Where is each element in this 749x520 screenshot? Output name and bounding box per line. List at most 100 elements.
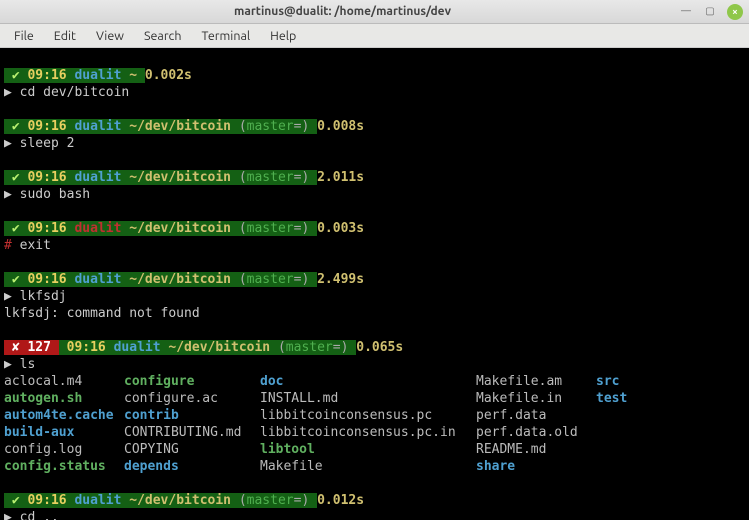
prompt-time: 09:16 <box>27 272 66 287</box>
prompt-host: dualit <box>114 340 161 355</box>
ls-item: config.log <box>4 441 124 458</box>
menu-help[interactable]: Help <box>262 27 304 45</box>
prompt-host: dualit <box>74 170 121 185</box>
prompt-path: ~/dev/bitcoin <box>129 170 231 185</box>
prompt-time: 09:16 <box>27 493 66 508</box>
ls-item: libbitcoinconsensus.pc.in <box>260 424 476 441</box>
ls-item: share <box>476 458 596 475</box>
git-branch: master <box>247 119 294 134</box>
prompt-path: ~/dev/bitcoin <box>129 221 231 236</box>
prompt-host: dualit <box>74 68 121 83</box>
menu-search[interactable]: Search <box>136 27 190 45</box>
command-text: sudo bash <box>20 187 90 202</box>
minimize-button[interactable]: — <box>679 4 693 18</box>
ls-item: perf.data <box>476 407 596 424</box>
ls-item: configure <box>124 373 260 390</box>
check-icon: ✔ <box>12 170 20 185</box>
prompt-time: 09:16 <box>27 170 66 185</box>
prompt-line: ✔ 09:16 dualit ~ <box>4 68 145 83</box>
error-output: lkfsdj: command not found <box>4 306 200 321</box>
prompt-line: ✔ 09:16 dualit ~/dev/bitcoin (master=) <box>4 170 317 185</box>
check-icon: ✔ <box>12 68 20 83</box>
prompt-line: ✔ 09:16 dualit ~/dev/bitcoin (master=) <box>4 119 317 134</box>
x-icon: ✘ <box>12 340 20 355</box>
prompt-host: dualit <box>74 493 121 508</box>
command-text: cd .. <box>20 510 59 520</box>
command-text: exit <box>20 238 51 253</box>
prompt-line: ✔ 09:16 dualit ~/dev/bitcoin (master=) <box>4 272 317 287</box>
ls-item: libtool <box>260 441 476 458</box>
ls-item: COPYING <box>124 441 260 458</box>
check-icon: ✔ <box>12 119 20 134</box>
menu-file[interactable]: File <box>6 27 42 45</box>
terminal-output[interactable]: ✔ 09:16 dualit ~ 0.002s ▶ cd dev/bitcoin… <box>0 48 749 520</box>
prompt-error-badge: ✘ 127 <box>4 340 59 355</box>
prompt-duration: 0.012s <box>317 493 364 508</box>
ls-item: src <box>596 374 619 389</box>
ls-item: build-aux <box>4 424 124 441</box>
command-text: ls <box>20 357 36 372</box>
prompt-marker: ▶ <box>4 85 12 100</box>
prompt-host: dualit <box>74 272 121 287</box>
prompt-marker: ▶ <box>4 510 12 520</box>
ls-item: depends <box>124 458 260 475</box>
prompt-marker-root: # <box>4 238 12 253</box>
prompt-time: 09:16 <box>27 68 66 83</box>
check-icon: ✔ <box>12 221 20 236</box>
prompt-line: ✔ 09:16 dualit ~/dev/bitcoin (master=) <box>4 221 317 236</box>
check-icon: ✔ <box>12 493 20 508</box>
ls-item: config.status <box>4 458 124 475</box>
prompt-duration: 0.002s <box>145 68 192 83</box>
prompt-path: ~/dev/bitcoin <box>129 272 231 287</box>
ls-item: perf.data.old <box>476 424 596 441</box>
command-text: cd dev/bitcoin <box>20 85 130 100</box>
prompt-marker: ▶ <box>4 136 12 151</box>
command-text: sleep 2 <box>20 136 75 151</box>
git-branch: master <box>286 340 333 355</box>
git-branch: master <box>247 272 294 287</box>
git-branch: master <box>247 170 294 185</box>
command-text: lkfsdj <box>20 289 67 304</box>
prompt-marker: ▶ <box>4 187 12 202</box>
prompt-duration: 0.003s <box>317 221 364 236</box>
window-title: martinus@dualit: /home/martinus/dev <box>6 5 679 18</box>
prompt-line: ✔ 09:16 dualit ~/dev/bitcoin (master=) <box>4 493 317 508</box>
menu-edit[interactable]: Edit <box>46 27 84 45</box>
menu-terminal[interactable]: Terminal <box>194 27 259 45</box>
prompt-marker: ▶ <box>4 357 12 372</box>
ls-item: Makefile.in <box>476 390 596 407</box>
prompt-time: 09:16 <box>67 340 106 355</box>
check-icon: ✔ <box>12 272 20 287</box>
git-branch: master <box>247 493 294 508</box>
exit-code: 127 <box>27 340 50 355</box>
prompt-duration: 0.008s <box>317 119 364 134</box>
ls-item: README.md <box>476 441 596 458</box>
prompt-marker: ▶ <box>4 289 12 304</box>
ls-item: contrib <box>124 407 260 424</box>
ls-item: aclocal.m4 <box>4 373 124 390</box>
prompt-host: dualit <box>74 119 121 134</box>
ls-item: autogen.sh <box>4 390 124 407</box>
menu-view[interactable]: View <box>88 27 132 45</box>
prompt-path: ~/dev/bitcoin <box>129 493 231 508</box>
prompt-path: ~/dev/bitcoin <box>168 340 270 355</box>
ls-item: libbitcoinconsensus.pc <box>260 407 476 424</box>
ls-item: CONTRIBUTING.md <box>124 424 260 441</box>
window-controls: — ▢ × <box>679 4 743 20</box>
ls-item: autom4te.cache <box>4 407 124 424</box>
prompt-host-root: dualit <box>74 221 121 236</box>
prompt-path: ~/dev/bitcoin <box>129 119 231 134</box>
prompt-line: 09:16 dualit ~/dev/bitcoin (master=) <box>59 340 356 355</box>
menubar: File Edit View Search Terminal Help <box>0 24 749 48</box>
prompt-time: 09:16 <box>27 221 66 236</box>
close-button[interactable]: × <box>727 4 743 20</box>
window-titlebar: martinus@dualit: /home/martinus/dev — ▢ … <box>0 0 749 24</box>
ls-item: Makefile.am <box>476 373 596 390</box>
prompt-path: ~ <box>129 68 137 83</box>
ls-item: INSTALL.md <box>260 390 476 407</box>
ls-item: Makefile <box>260 458 476 475</box>
maximize-button[interactable]: ▢ <box>703 4 717 18</box>
ls-item: test <box>596 391 627 406</box>
prompt-time: 09:16 <box>27 119 66 134</box>
prompt-duration: 2.011s <box>317 170 364 185</box>
